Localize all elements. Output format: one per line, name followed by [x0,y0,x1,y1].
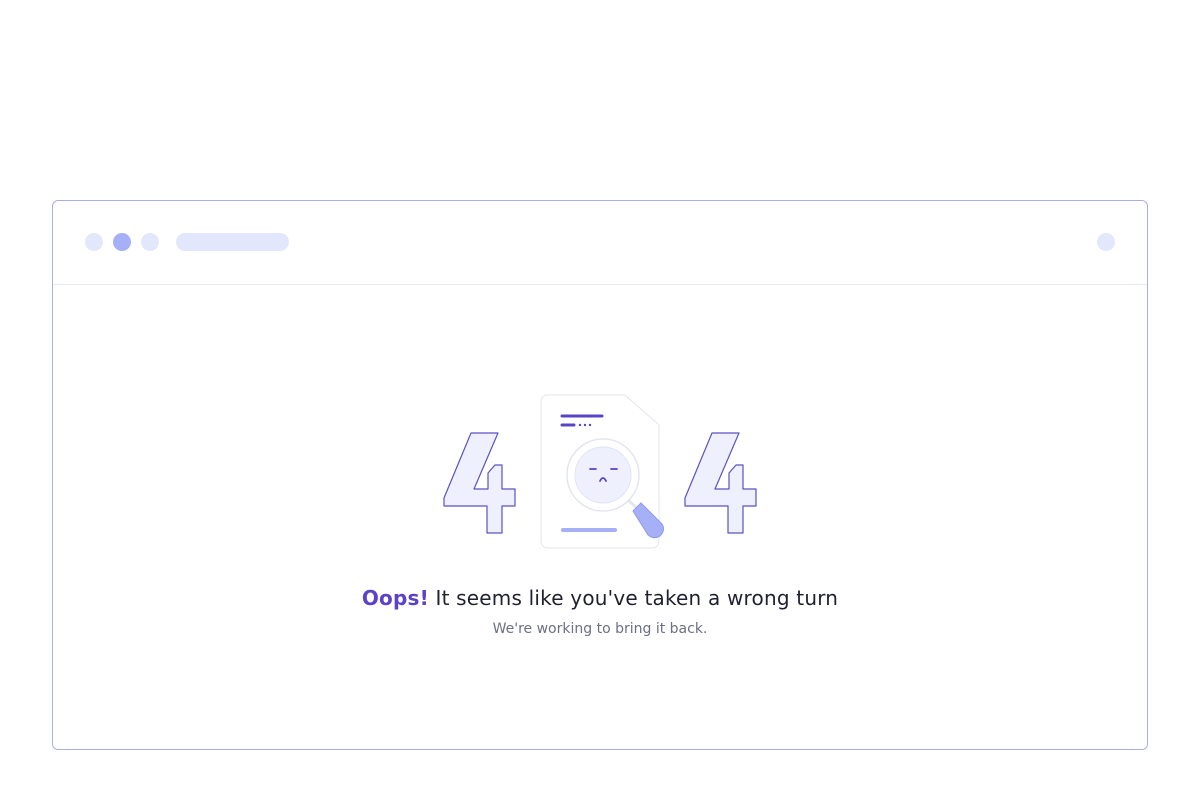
digit-four-left [443,432,516,534]
error-subtext: We're working to bring it back. [492,621,708,637]
digit-four-right [684,432,757,534]
window-dot-maximize[interactable] [141,233,159,251]
browser-window: Oops! It seems like you've taken a wrong… [52,200,1148,750]
error-headline: Oops! It seems like you've taken a wrong… [53,586,1147,610]
browser-toolbar [53,201,1147,285]
error-404-illustration [443,394,757,549]
address-bar-placeholder[interactable] [176,233,289,251]
headline-accent: Oops! [361,586,429,610]
window-dot-close[interactable] [85,233,103,251]
toolbar-action-dot[interactable] [1097,233,1115,251]
window-dot-minimize[interactable] [113,233,131,251]
headline-message: It seems like you've taken a wrong turn [428,586,839,610]
